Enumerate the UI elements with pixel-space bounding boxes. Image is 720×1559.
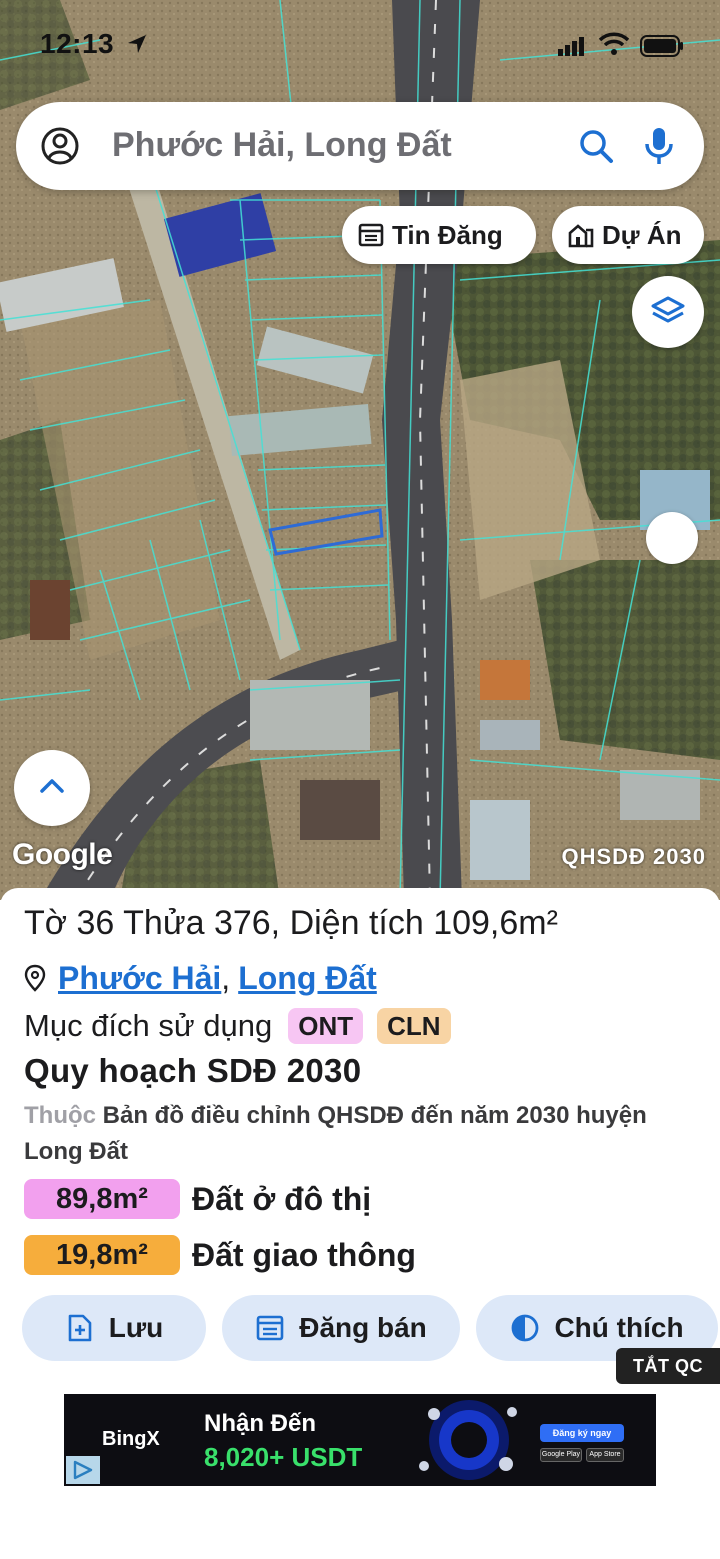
wifi-icon <box>598 32 630 55</box>
microphone-icon[interactable] <box>642 126 676 166</box>
satellite-map[interactable]: 12:13 Phước Hải, Long Đất Tin Đăng Dự Án… <box>0 0 720 900</box>
buildings-icon <box>568 224 594 248</box>
projects-label: Dự Án <box>602 219 682 250</box>
add-document-icon <box>68 1314 92 1342</box>
post-for-sale-button[interactable]: Đăng bán <box>222 1295 460 1361</box>
battery-icon <box>640 35 683 57</box>
purpose-code-chip: CLN <box>377 1008 451 1044</box>
google-play-badge[interactable]: Google Play <box>540 1448 582 1462</box>
ad-signup-button[interactable]: Đăng ký ngay <box>540 1424 624 1442</box>
area-breakdown-row: 19,8m² Đất giao thông <box>24 1234 416 1276</box>
land-purpose-label: Mục đích sử dụng <box>24 1008 273 1043</box>
google-logo: Google <box>12 838 113 871</box>
search-input[interactable]: Phước Hải, Long Đất <box>112 126 452 165</box>
land-purpose-row: Mục đích sử dụng ONT CLN <box>24 1006 465 1046</box>
search-bar[interactable]: Phước Hải, Long Đất <box>16 102 704 190</box>
ad-headline: Nhận Đến <box>204 1410 317 1437</box>
ad-brand-logo: BingX <box>102 1428 160 1450</box>
plan-description: Thuộc Bản đồ điều chỉnh QHSDĐ đến năm 20… <box>24 1098 684 1170</box>
plan-desc-text: Bản đồ điều chỉnh QHSDĐ đến năm 2030 huy… <box>24 1102 647 1165</box>
projects-button[interactable]: Dự Án <box>552 206 704 264</box>
chevron-up-icon <box>40 779 64 793</box>
map-handle-button[interactable] <box>646 512 698 564</box>
ad-coin-illustration <box>419 1400 517 1480</box>
location-pin-icon <box>24 964 46 992</box>
plan-desc-prefix: Thuộc <box>24 1102 96 1129</box>
ad-offer: 8,020+ USDT <box>204 1442 363 1472</box>
ad-choices-icon[interactable] <box>66 1456 100 1484</box>
parcel-info-panel: Tờ 36 Thửa 376, Diện tích 109,6m² Phước … <box>0 888 720 1559</box>
area-breakdown-row: 89,8m² Đất ở đô thị <box>24 1178 371 1220</box>
app-store-badge[interactable]: App Store <box>586 1448 624 1462</box>
map-layers-button[interactable] <box>632 276 704 348</box>
area-value-chip: 89,8m² <box>24 1179 180 1219</box>
status-time: 12:13 <box>40 28 115 59</box>
parcel-address: Phước Hải , Long Đất <box>24 958 377 998</box>
calendar-list-icon <box>256 1315 284 1341</box>
parcel-title: Tờ 36 Thửa 376, Diện tích 109,6m² <box>24 904 558 942</box>
account-icon[interactable] <box>40 126 80 166</box>
contrast-icon <box>512 1314 539 1342</box>
calendar-list-icon <box>358 223 384 247</box>
legend-label: Chú thích <box>554 1312 684 1343</box>
map-layer-tag: QHSDĐ 2030 <box>561 844 706 869</box>
location-arrow-icon <box>128 35 146 53</box>
area-type-label: Đất ở đô thị <box>192 1180 372 1217</box>
ad-banner[interactable]: BingX Nhận Đến 8,020+ USDT Đăng ký ngay … <box>64 1394 656 1486</box>
listings-button[interactable]: Tin Đăng <box>342 206 536 264</box>
post-for-sale-label: Đăng bán <box>299 1312 427 1343</box>
save-button[interactable]: Lưu <box>22 1295 206 1361</box>
expand-panel-button[interactable] <box>14 750 90 826</box>
plan-title: Quy hoạch SDĐ 2030 <box>24 1052 362 1089</box>
district-link[interactable]: Long Đất <box>238 960 377 997</box>
listings-label: Tin Đăng <box>392 219 503 250</box>
layers-icon <box>651 296 685 323</box>
signal-icon <box>558 37 584 56</box>
hide-ads-button[interactable]: TẮT QC <box>616 1348 720 1384</box>
area-type-label: Đất giao thông <box>192 1236 416 1273</box>
search-icon[interactable] <box>578 128 614 164</box>
ward-link[interactable]: Phước Hải <box>58 960 221 997</box>
area-value-chip: 19,8m² <box>24 1235 180 1275</box>
address-separator: , <box>221 959 231 996</box>
status-bar: 12:13 <box>0 0 720 92</box>
save-label: Lưu <box>108 1312 164 1343</box>
purpose-code-chip: ONT <box>288 1008 364 1044</box>
